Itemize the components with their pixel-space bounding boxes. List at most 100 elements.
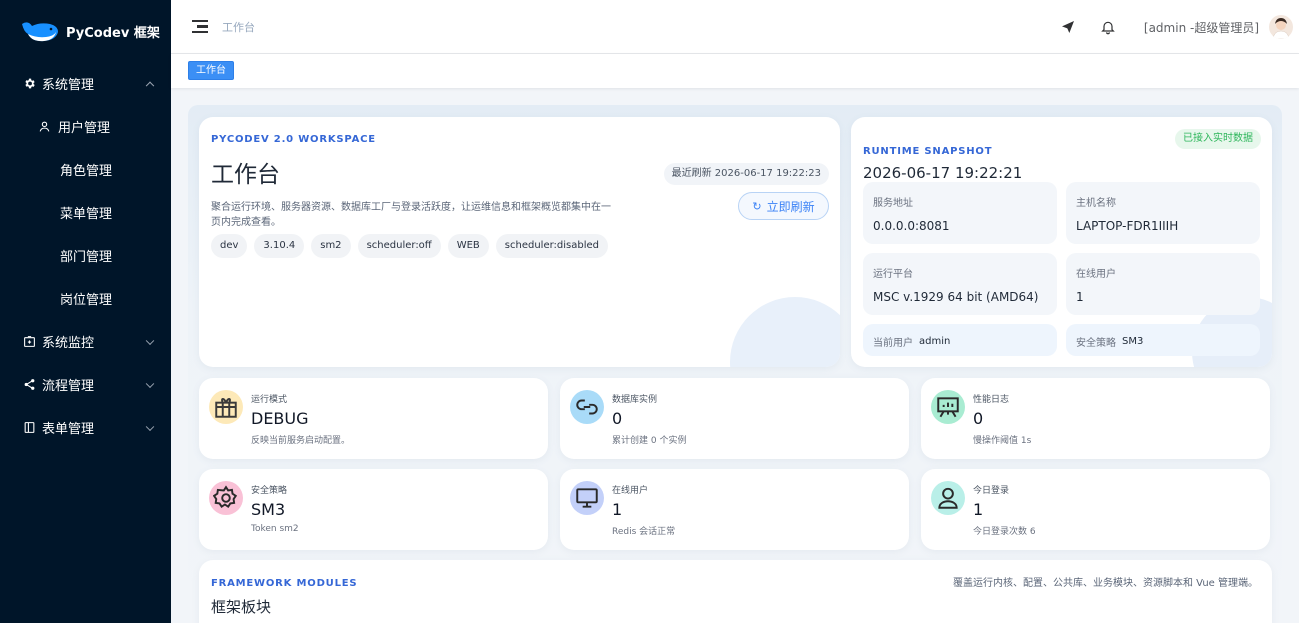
- modules-description: 覆盖运行内核、配置、公共库、业务模块、资源脚本和 Vue 管理端。: [952, 578, 1258, 589]
- stat-card-online-users: 在线用户 1 Redis 会话正常: [560, 469, 909, 550]
- info-label: 在线用户: [1076, 269, 1116, 280]
- stat-label: 今日登录: [973, 486, 1010, 496]
- bell-icon[interactable]: [1098, 17, 1118, 37]
- gear-icon: [22, 77, 36, 91]
- main-content: PYCODEV 2.0 WORKSPACE 工作台 聚合运行环境、服务器资源、数…: [188, 105, 1282, 623]
- monitor-box-icon: [22, 335, 36, 349]
- user-outline-icon: [38, 120, 52, 134]
- stat-value: DEBUG: [251, 409, 309, 428]
- info-label: 主机名称: [1076, 198, 1116, 209]
- whale-logo-icon: [22, 22, 58, 42]
- sidebar-item-posts[interactable]: 岗位管理: [0, 277, 171, 320]
- tag-workbench[interactable]: 工作台: [188, 61, 234, 80]
- modules-eyebrow: FRAMEWORK MODULES: [211, 578, 358, 589]
- modules-title: 框架板块: [211, 598, 272, 616]
- env-chip: scheduler:off: [357, 234, 441, 258]
- sidebar-item-label: 岗位管理: [60, 293, 113, 308]
- info-value: 1: [1076, 290, 1084, 304]
- info-value: SM3: [1122, 336, 1144, 347]
- menu-system-management[interactable]: 系统管理: [0, 62, 171, 105]
- last-refresh-time: 最近刷新 2026-06-17 19:22:23: [663, 163, 829, 185]
- env-chip: sm2: [311, 234, 351, 258]
- chevron-up-icon: [145, 81, 155, 90]
- menu-process-management[interactable]: 流程管理: [0, 363, 171, 406]
- menu-form-management[interactable]: 表单管理: [0, 406, 171, 449]
- share-icon: [22, 378, 36, 392]
- hero-eyebrow: PYCODEV 2.0 WORKSPACE: [211, 134, 376, 145]
- sidebar-item-label: 部门管理: [60, 250, 113, 265]
- chevron-down-icon: [145, 422, 155, 431]
- stat-value: 0: [612, 409, 623, 428]
- runtime-snapshot-card: RUNTIME SNAPSHOT 2026-06-17 19:22:21 已接入…: [851, 117, 1272, 367]
- info-value: 0.0.0.0:8081: [873, 219, 950, 233]
- stat-card-security-policy: 安全策略 SM3 Token sm2: [199, 469, 548, 550]
- runtime-eyebrow: RUNTIME SNAPSHOT: [863, 146, 993, 157]
- user-icon: [931, 481, 965, 515]
- stat-label: 数据库实例: [612, 395, 658, 405]
- info-current-user: 当前用户 admin: [863, 324, 1057, 356]
- stat-sub: Token sm2: [251, 524, 299, 534]
- info-value: LAPTOP-FDR1IIIH: [1076, 219, 1179, 233]
- avatar[interactable]: [1269, 15, 1293, 39]
- stat-card-db-instances: 数据库实例 0 累计创建 0 个实例: [560, 378, 909, 459]
- breadcrumb[interactable]: 工作台: [222, 19, 255, 35]
- send-icon[interactable]: [1058, 17, 1078, 37]
- menu-label: 系统管理: [42, 78, 95, 93]
- logo[interactable]: PyCodev 框架: [0, 0, 171, 62]
- stat-value: 1: [612, 500, 623, 519]
- stat-card-today-logins: 今日登录 1 今日登录次数 6: [921, 469, 1270, 550]
- refresh-button-label: 立即刷新: [766, 199, 815, 214]
- stat-label: 安全策略: [251, 486, 288, 496]
- info-label: 运行平台: [873, 269, 913, 280]
- info-platform: 运行平台 MSC v.1929 64 bit (AMD64): [863, 253, 1057, 315]
- framework-modules-card: FRAMEWORK MODULES 框架板块 覆盖运行内核、配置、公共库、业务模…: [199, 560, 1272, 623]
- sidebar-item-users[interactable]: 用户管理: [0, 105, 171, 148]
- menu-label: 系统监控: [42, 336, 95, 351]
- shield-gear-icon: [209, 481, 243, 515]
- chevron-down-icon: [145, 379, 155, 388]
- sidebar-item-label: 角色管理: [60, 164, 113, 179]
- sidebar-item-departments[interactable]: 部门管理: [0, 234, 171, 277]
- stat-label: 性能日志: [973, 395, 1010, 405]
- menu-system-monitor[interactable]: 系统监控: [0, 320, 171, 363]
- user-label[interactable]: [admin -超级管理员]: [1144, 19, 1259, 36]
- info-value: MSC v.1929 64 bit (AMD64): [873, 290, 1039, 304]
- info-label: 当前用户: [873, 338, 913, 349]
- monitor-icon: [570, 481, 604, 515]
- info-label: 安全策略: [1076, 338, 1116, 349]
- sidebar-item-menus[interactable]: 菜单管理: [0, 191, 171, 234]
- info-online-users: 在线用户 1: [1066, 253, 1260, 315]
- refresh-button[interactable]: ↻ 立即刷新: [738, 192, 829, 220]
- stat-value: 1: [973, 500, 984, 519]
- stat-card-run-mode: 运行模式 DEBUG 反映当前服务启动配置。: [199, 378, 548, 459]
- env-chip: scheduler:disabled: [495, 234, 608, 258]
- gift-box-icon: [209, 390, 243, 424]
- stat-label: 运行模式: [251, 395, 288, 405]
- stat-sub: Redis 会话正常: [612, 527, 676, 537]
- database-link-icon: [570, 390, 604, 424]
- env-chip: 3.10.4: [254, 234, 305, 258]
- sidebar-item-label: 用户管理: [58, 121, 111, 136]
- top-header: 工作台 [admin -超级管理员]: [171, 0, 1299, 54]
- stat-sub: 今日登录次数 6: [973, 527, 1036, 537]
- env-chip: dev: [211, 234, 248, 258]
- presentation-chart-icon: [931, 390, 965, 424]
- hero-description: 聚合运行环境、服务器资源、数据库工厂与登录活跃度，让运维信息和框架概览都集中在一…: [211, 202, 611, 228]
- info-label: 服务地址: [873, 198, 913, 209]
- stat-value: SM3: [251, 500, 286, 519]
- stat-sub: 慢操作阈值 1s: [973, 436, 1032, 446]
- env-chips: dev 3.10.4 sm2 scheduler:off WEB schedul…: [211, 234, 615, 258]
- logo-text: PyCodev 框架: [66, 25, 160, 41]
- info-value: admin: [919, 336, 951, 347]
- runtime-time: 2026-06-17 19:22:21: [863, 164, 1023, 182]
- stat-label: 在线用户: [612, 486, 649, 496]
- info-host-name: 主机名称 LAPTOP-FDR1IIIH: [1066, 182, 1260, 244]
- menu-toggle-icon[interactable]: [192, 19, 208, 34]
- env-chip: WEB: [447, 234, 489, 258]
- header-actions: [admin -超级管理员]: [1058, 0, 1299, 54]
- page-title: 工作台: [211, 162, 280, 188]
- stat-sub: 反映当前服务启动配置。: [251, 436, 351, 446]
- menu-label: 表单管理: [42, 422, 95, 437]
- sidebar-item-roles[interactable]: 角色管理: [0, 148, 171, 191]
- stat-value: 0: [973, 409, 984, 428]
